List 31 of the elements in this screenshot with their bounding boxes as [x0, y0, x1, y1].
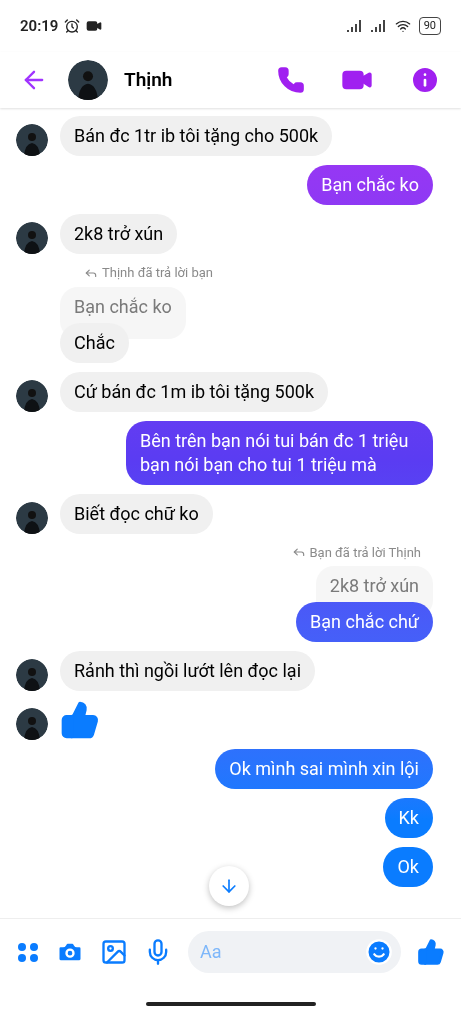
contact-name: Thịnh [124, 66, 174, 93]
status-time: 20:19 [20, 15, 59, 37]
reply-note: Bạn đã trả lời Thịnh [309, 543, 421, 562]
image-icon[interactable] [100, 937, 128, 966]
incoming-message: Cứ bán đc 1m ib tôi tặng 500k [60, 371, 329, 412]
message-input[interactable]: Aa [200, 938, 365, 965]
outgoing-message: Kk [384, 798, 433, 838]
thumbs-up-icon [60, 700, 100, 740]
outgoing-message: Bên trên bạn nói tui bán đc 1 triệu bạn nói bạn cho tui 1 triệu mà [126, 420, 433, 485]
message-field[interactable]: Aa [188, 930, 401, 973]
outgoing-message: Ok mình sai mình xin lội [215, 749, 433, 789]
outgoing-message: Ok [383, 847, 433, 887]
thumbs-up-icon[interactable] [417, 937, 445, 966]
signal-icon [370, 20, 387, 32]
battery-indicator: 90 [418, 17, 441, 35]
incoming-message: Chắc [60, 322, 129, 363]
incoming-message: Biết đọc chữ ko [60, 493, 213, 534]
signal-icon [346, 20, 363, 32]
alarm-icon [64, 18, 81, 34]
wifi-icon [394, 18, 411, 34]
video-icon [86, 18, 103, 34]
scroll-down-button[interactable] [209, 866, 249, 906]
incoming-message: 2k8 trở xún [60, 214, 178, 254]
incoming-message: Bán đc 1tr ib tôi tặng cho 500k [60, 116, 333, 156]
emoji-icon[interactable] [365, 937, 393, 966]
incoming-message: Rảnh thì ngồi lướt lên đọc lại [60, 651, 316, 691]
phone-icon [277, 66, 305, 94]
outgoing-message: Bạn chắc ko [307, 165, 433, 205]
avatar [68, 60, 108, 100]
outgoing-message: Bạn chắc chứ [296, 602, 433, 642]
reply-note: Thịnh đã trả lời bạn [102, 264, 213, 282]
